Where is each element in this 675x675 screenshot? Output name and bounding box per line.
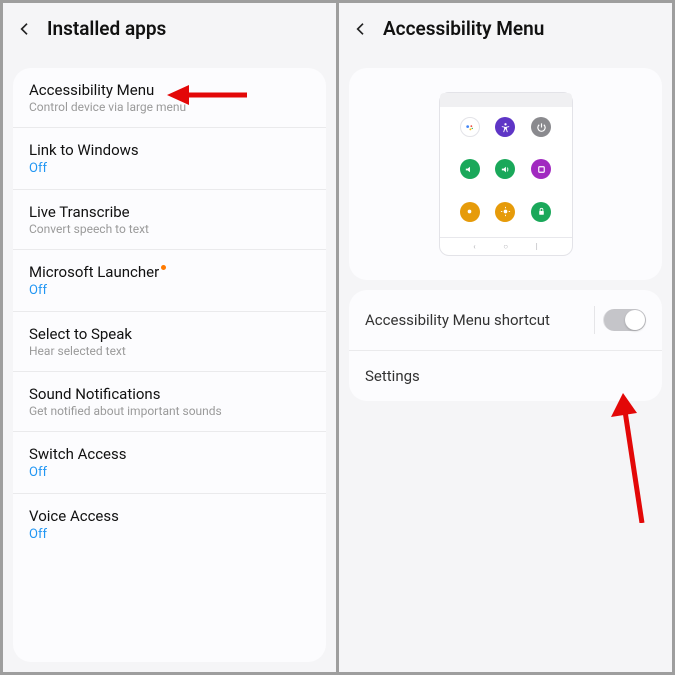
menu-icon-grid (448, 117, 564, 233)
list-item-voice-access[interactable]: Voice Access Off (13, 494, 326, 555)
list-item-select-to-speak[interactable]: Select to Speak Hear selected text (13, 312, 326, 372)
list-item-microsoft-launcher[interactable]: Microsoft Launcher Off (13, 250, 326, 312)
power-icon (531, 117, 551, 137)
item-status: Off (29, 465, 310, 480)
nav-recent-icon: | (536, 242, 538, 251)
accessibility-icon (495, 117, 515, 137)
apps-list: Accessibility Menu Control device via la… (13, 68, 326, 662)
back-icon[interactable] (17, 21, 33, 37)
toggle-knob-icon (625, 310, 645, 330)
shortcut-toggle-row[interactable]: Accessibility Menu shortcut (349, 290, 662, 351)
brightness-up-icon (495, 202, 515, 222)
phone-illustration: ‹ ○ | (439, 92, 573, 256)
item-status: Off (29, 527, 310, 542)
illustration-card: ‹ ○ | (349, 68, 662, 280)
volume-up-icon (495, 159, 515, 179)
phone-navbar: ‹ ○ | (440, 237, 572, 255)
page-title: Accessibility Menu (383, 17, 544, 40)
shortcut-toggle[interactable] (603, 309, 646, 331)
installed-apps-panel: Installed apps Accessibility Menu Contro… (3, 3, 336, 672)
notification-dot-icon (161, 265, 166, 270)
nav-back-icon: ‹ (473, 242, 475, 251)
item-title: Sound Notifications (29, 385, 310, 403)
settings-label: Settings (365, 367, 420, 385)
nav-home-icon: ○ (503, 242, 508, 251)
settings-row[interactable]: Settings (349, 351, 662, 401)
list-item-accessibility-menu[interactable]: Accessibility Menu Control device via la… (13, 68, 326, 128)
list-item-sound-notifications[interactable]: Sound Notifications Get notified about i… (13, 372, 326, 432)
brightness-down-icon (460, 202, 480, 222)
annotation-arrow-icon (597, 393, 657, 523)
item-subtitle: Convert speech to text (29, 222, 310, 236)
item-title: Microsoft Launcher (29, 263, 310, 281)
phone-statusbar-icon (440, 93, 572, 107)
assistant-icon (460, 117, 480, 137)
item-title: Voice Access (29, 507, 310, 525)
shortcut-label: Accessibility Menu shortcut (365, 311, 550, 329)
item-title: Switch Access (29, 445, 310, 463)
page-title: Installed apps (47, 17, 166, 40)
recent-apps-icon (531, 159, 551, 179)
item-title: Select to Speak (29, 325, 310, 343)
item-title: Accessibility Menu (29, 81, 310, 99)
separator-icon (594, 306, 595, 334)
item-title-text: Microsoft Launcher (29, 263, 159, 281)
list-item-live-transcribe[interactable]: Live Transcribe Convert speech to text (13, 190, 326, 250)
item-status: Off (29, 161, 310, 176)
header: Installed apps (3, 3, 336, 54)
toggle-wrap (594, 306, 646, 334)
item-status: Off (29, 283, 310, 298)
lock-icon (531, 202, 551, 222)
list-item-link-to-windows[interactable]: Link to Windows Off (13, 128, 326, 190)
list-item-switch-access[interactable]: Switch Access Off (13, 432, 326, 494)
header: Accessibility Menu (339, 3, 672, 54)
item-title: Live Transcribe (29, 203, 310, 221)
accessibility-menu-panel: Accessibility Menu (339, 3, 672, 672)
back-icon[interactable] (353, 21, 369, 37)
item-subtitle: Hear selected text (29, 344, 310, 358)
volume-down-icon (460, 159, 480, 179)
options-list: Accessibility Menu shortcut Settings (349, 290, 662, 401)
item-subtitle: Get notified about important sounds (29, 404, 310, 418)
item-subtitle: Control device via large menu (29, 100, 310, 114)
item-title: Link to Windows (29, 141, 310, 159)
